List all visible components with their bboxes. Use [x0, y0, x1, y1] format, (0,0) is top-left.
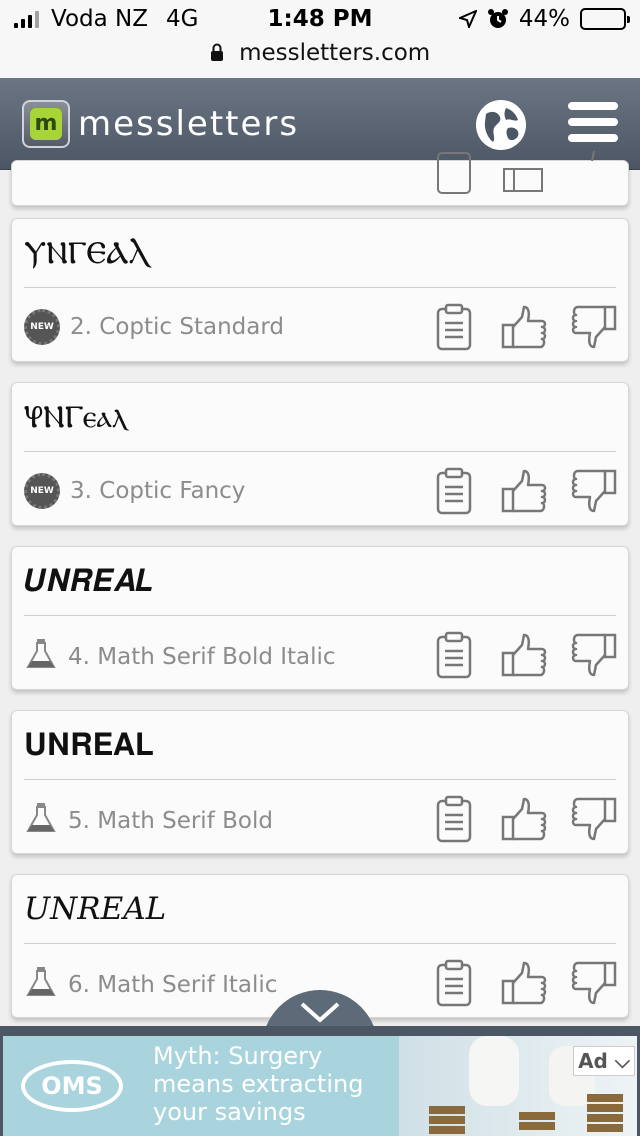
- font-card-5: 𝐔𝐍𝐑𝐄𝐀𝐋 5. Math Serif Bold: [11, 710, 629, 854]
- thumbs-up-icon[interactable]: [500, 631, 548, 679]
- card-divider: [24, 287, 616, 288]
- font-meta: 6. Math Serif Italic: [24, 965, 277, 1005]
- ad-choices-label[interactable]: Ad ⌵: [573, 1046, 635, 1076]
- flask-icon: [24, 637, 58, 677]
- font-style-label: 4. Math Serif Bold Italic: [68, 644, 336, 670]
- card-divider: [24, 615, 616, 616]
- flask-icon: [24, 965, 58, 1005]
- font-sample-text[interactable]: ⲨⲚⲄⲈⲀⲖ: [24, 235, 149, 272]
- ad-headline: Myth: Surgery means extracting your savi…: [153, 1042, 364, 1126]
- flask-icon: [24, 801, 58, 841]
- copy-clipboard-icon[interactable]: [430, 303, 478, 351]
- lock-icon: [210, 43, 223, 61]
- font-style-label: 3. Coptic Fancy: [70, 478, 246, 504]
- font-meta: 4. Math Serif Bold Italic: [24, 637, 336, 677]
- hamburger-menu-button[interactable]: [568, 102, 618, 148]
- font-meta: NEW 2. Coptic Standard: [24, 309, 284, 345]
- font-card-3: ⳠⲚⲄⲉⲁⲗ NEW 3. Coptic Fancy: [11, 382, 629, 526]
- card-divider: [24, 779, 616, 780]
- copy-clipboard-icon[interactable]: [430, 959, 478, 1007]
- location-arrow-icon: [458, 10, 477, 28]
- ad-banner[interactable]: OMS Myth: Surgery means extracting your …: [0, 1026, 640, 1136]
- font-actions: [430, 303, 618, 351]
- font-card-4: 𝑼𝑵𝑹𝑬𝑨𝑳 4. Math Serif Bold Italic: [11, 546, 629, 690]
- card-divider: [24, 451, 616, 452]
- copy-clipboard-icon[interactable]: [430, 795, 478, 843]
- new-badge-icon: NEW: [24, 309, 60, 345]
- battery-icon: [580, 8, 630, 30]
- ad-label-text: Ad: [578, 1049, 608, 1073]
- status-bar: Voda NZ 4G 1:48 PM 44%: [0, 0, 640, 40]
- font-sample-text[interactable]: 𝑈𝑁𝑅𝐸𝐴𝐿: [24, 891, 166, 927]
- copy-clipboard-icon[interactable]: [430, 467, 478, 515]
- font-sample-text[interactable]: 𝑼𝑵𝑹𝑬𝑨𝑳: [24, 563, 154, 600]
- thumbs-up-icon[interactable]: [500, 303, 548, 351]
- chevron-down-icon: [300, 1002, 340, 1023]
- font-actions: [430, 795, 618, 843]
- font-card-partial: [11, 150, 629, 206]
- thumbs-down-icon[interactable]: [570, 303, 618, 351]
- thumbs-up-icon[interactable]: [500, 147, 548, 195]
- url-bar[interactable]: messletters.com: [0, 40, 640, 78]
- font-meta: NEW 3. Coptic Fancy: [24, 473, 245, 509]
- font-actions: [430, 631, 618, 679]
- font-sample-text[interactable]: ⳠⲚⲄⲉⲁⲗ: [24, 399, 127, 436]
- thumbs-up-icon[interactable]: [500, 959, 548, 1007]
- url-domain: messletters.com: [239, 40, 431, 66]
- new-badge-icon: NEW: [24, 473, 60, 509]
- font-meta: 5. Math Serif Bold: [24, 801, 273, 841]
- font-style-label: 5. Math Serif Bold: [68, 808, 273, 834]
- thumbs-down-icon[interactable]: [570, 631, 618, 679]
- globe-icon[interactable]: [476, 100, 526, 150]
- logo-icon[interactable]: m: [22, 100, 70, 148]
- site-logo-text[interactable]: messletters: [78, 104, 299, 144]
- ad-content[interactable]: OMS Myth: Surgery means extracting your …: [3, 1036, 637, 1136]
- thumbs-down-icon[interactable]: [570, 959, 618, 1007]
- thumbs-up-icon[interactable]: [500, 467, 548, 515]
- font-style-label: 6. Math Serif Italic: [68, 972, 278, 998]
- font-sample-text[interactable]: 𝐔𝐍𝐑𝐄𝐀𝐋: [24, 727, 154, 764]
- thumbs-down-icon[interactable]: [570, 467, 618, 515]
- ad-brand-logo: OMS: [21, 1060, 123, 1112]
- thumbs-down-icon[interactable]: [570, 795, 618, 843]
- logo-letter: m: [30, 108, 62, 140]
- copy-clipboard-icon[interactable]: [430, 631, 478, 679]
- thumbs-up-icon[interactable]: [500, 795, 548, 843]
- alarm-clock-icon: [487, 9, 508, 28]
- font-actions: [430, 959, 618, 1007]
- font-actions: [430, 467, 618, 515]
- copy-clipboard-icon[interactable]: [430, 147, 478, 195]
- card-divider: [24, 943, 616, 944]
- font-style-label: 2. Coptic Standard: [70, 314, 284, 340]
- status-right: 44%: [458, 6, 630, 32]
- partial-actions: [430, 147, 618, 195]
- font-card-2: ⲨⲚⲄⲈⲀⲖ NEW 2. Coptic Standard: [11, 218, 629, 362]
- battery-percent: 44%: [518, 6, 570, 32]
- thumbs-down-icon[interactable]: [570, 147, 618, 195]
